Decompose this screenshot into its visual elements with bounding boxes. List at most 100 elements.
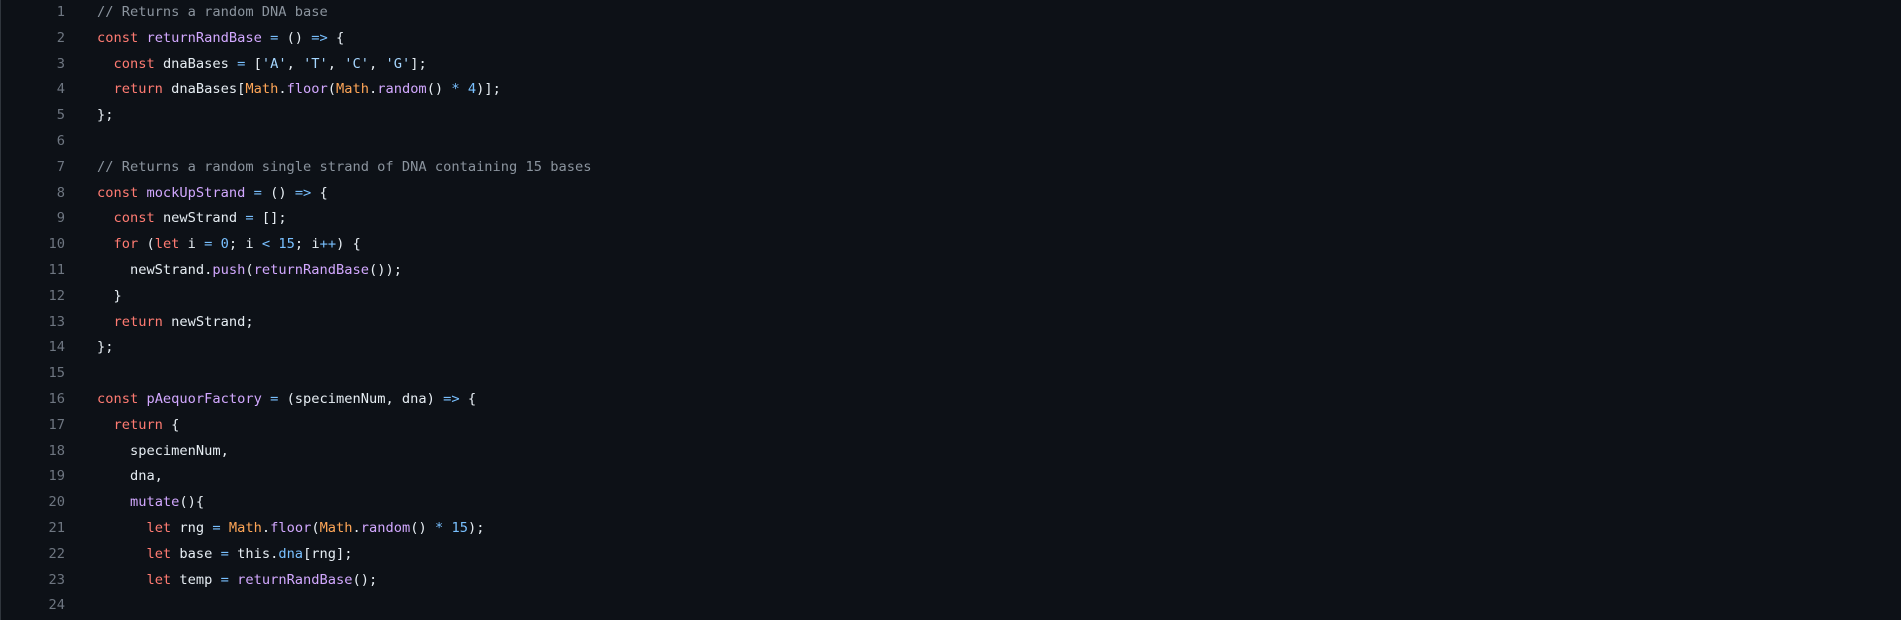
code-token: = [261, 390, 287, 407]
code-token: mutate [129, 494, 180, 511]
line-number[interactable]: 19 [1, 464, 65, 490]
code-token: pAequorFactory [146, 390, 262, 407]
code-token: return [113, 313, 172, 330]
line-number[interactable]: 12 [1, 284, 65, 310]
code-line: 7 // Returns a random single strand of DN… [1, 155, 592, 181]
line-number[interactable]: 7 [1, 155, 65, 181]
code-token: = [220, 571, 229, 588]
code-token: ()); [368, 261, 402, 278]
line-content: const pAequorFactory = (specimenNum, dna… [65, 387, 476, 413]
code-token: . [278, 81, 287, 98]
line-content [65, 593, 97, 619]
code-token: temp [179, 571, 221, 588]
code-token: let [154, 236, 188, 253]
code-line: 6 [1, 129, 591, 155]
code-token: mockUpStrand [146, 184, 246, 201]
code-token: => [294, 184, 312, 201]
code-token: (){ [179, 494, 205, 511]
code-line: 15 [1, 361, 591, 387]
code-token: const [113, 210, 163, 227]
code-token: 'C' [344, 55, 370, 72]
code-token: floor [270, 519, 312, 536]
code-token: Math [228, 519, 262, 536]
line-number[interactable]: 2 [1, 26, 65, 52]
code-token: () [270, 184, 295, 201]
code-token: returnRandBase [146, 29, 262, 46]
code-token: 4 [467, 81, 477, 98]
code-token: ]; [410, 55, 427, 72]
line-content: let base = this.dna[rng]; [65, 542, 352, 568]
code-line: 3 const dnaBases = ['A', 'T', 'C', 'G']; [1, 52, 591, 78]
line-number[interactable]: 22 [1, 542, 65, 568]
line-number[interactable]: 10 [1, 232, 65, 258]
code-token: return [113, 416, 163, 433]
code-token: = [261, 29, 287, 46]
code-token: this. [228, 545, 279, 562]
code-viewer: 1// Returns a random DNA base 2 const retu… [1, 0, 592, 619]
line-number[interactable]: 5 [1, 103, 65, 129]
code-token: ) { [336, 236, 361, 253]
line-number[interactable]: 23 [1, 568, 65, 594]
code-token: ++ [319, 236, 337, 253]
line-content: }; [65, 103, 113, 129]
code-token: dna [278, 545, 304, 562]
code-token: (); [352, 571, 378, 588]
code-token: ; i [294, 236, 320, 253]
line-content: mutate(){ [65, 490, 204, 516]
code-token: 'G' [385, 55, 411, 72]
code-token: let [146, 545, 180, 562]
line-number[interactable]: 21 [1, 516, 65, 542]
code-token: ( [311, 519, 320, 536]
line-number[interactable]: 15 [1, 361, 65, 387]
line-number[interactable]: 13 [1, 310, 65, 336]
code-token: dnaBases [162, 55, 238, 72]
line-number[interactable]: 6 [1, 129, 65, 155]
line-number[interactable]: 4 [1, 77, 65, 103]
code-token: , [286, 55, 304, 72]
line-number[interactable]: 16 [1, 387, 65, 413]
code-token: => [443, 390, 460, 407]
code-line: 18 specimenNum, [1, 439, 591, 465]
code-line: 16 const pAequorFactory = (specimenNum, d… [1, 387, 591, 413]
line-number[interactable]: 11 [1, 258, 65, 284]
code-line: 5}; [1, 103, 591, 129]
code-token: { [459, 390, 477, 407]
code-line: 17 return { [1, 413, 591, 439]
code-token: ; i [228, 236, 262, 253]
code-line: 2 const returnRandBase = () => { [1, 26, 591, 52]
line-content [65, 129, 97, 155]
line-number[interactable]: 14 [1, 335, 65, 361]
line-number[interactable]: 18 [1, 439, 65, 465]
code-token: random [360, 519, 411, 536]
line-content: } [65, 284, 121, 310]
line-number[interactable]: 24 [1, 593, 65, 619]
code-token: (specimenNum, dna) [286, 390, 444, 407]
code-token: const [97, 184, 147, 201]
code-token: specimenNum, [97, 442, 229, 459]
code-token: }; [97, 339, 114, 356]
line-content [65, 361, 97, 387]
code-token: () [410, 519, 435, 536]
line-number[interactable]: 8 [1, 181, 65, 207]
line-content: for (let i = 0; i < 15; i++) { [65, 232, 361, 258]
code-token: let [146, 571, 180, 588]
code-token: { [327, 29, 345, 46]
line-number[interactable]: 3 [1, 52, 65, 78]
line-number[interactable]: 17 [1, 413, 65, 439]
line-number[interactable]: 9 [1, 206, 65, 232]
code-line: 1 // Returns a random DNA base [1, 0, 591, 26]
line-number[interactable]: 1 [1, 0, 65, 26]
code-token: 0 [220, 236, 229, 253]
code-token: { [311, 184, 328, 201]
code-token: . [368, 81, 378, 98]
code-line: 8 const mockUpStrand = () => { [1, 181, 591, 207]
code-token: = [220, 545, 229, 562]
line-number[interactable]: 20 [1, 490, 65, 516]
code-token: base [179, 545, 221, 562]
